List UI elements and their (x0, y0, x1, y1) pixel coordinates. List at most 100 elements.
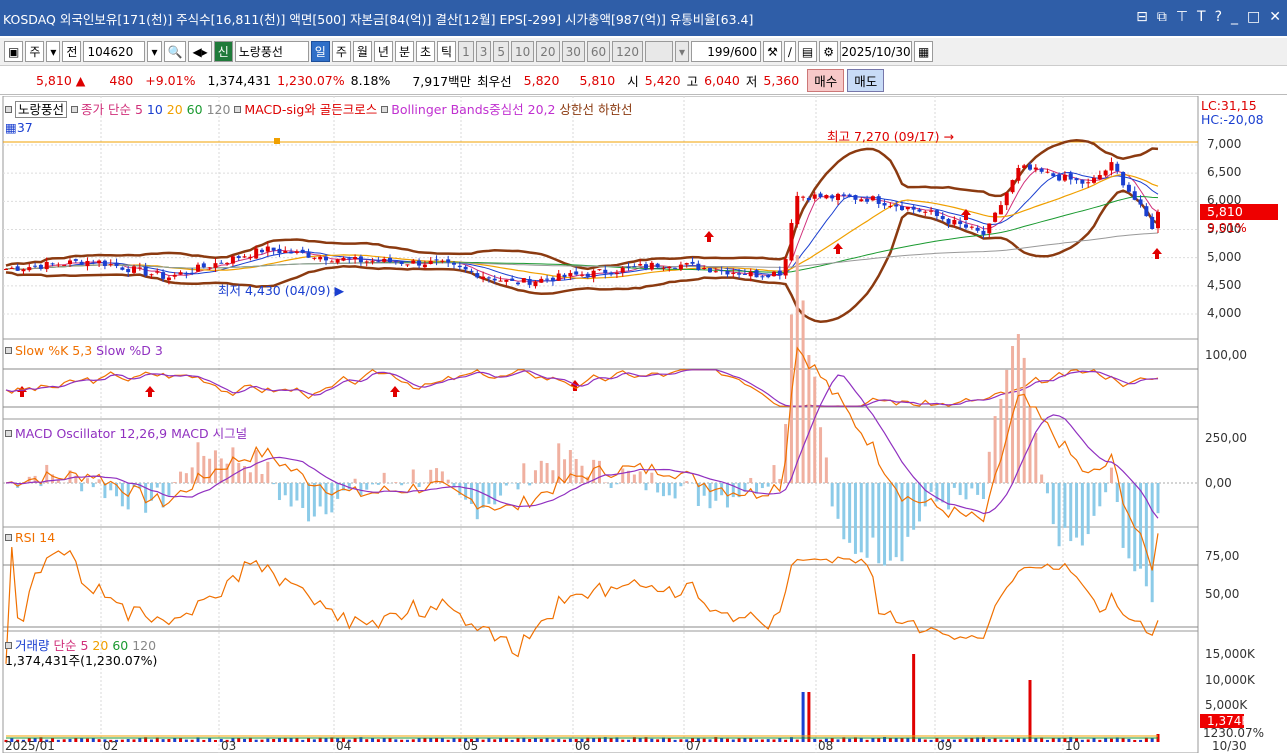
candle-body (999, 205, 1003, 214)
interval-10[interactable]: 10 (511, 41, 534, 62)
macd-bar (476, 483, 479, 519)
volume-bar (185, 740, 188, 742)
window-icon[interactable]: ⧉ (1157, 9, 1167, 25)
candle-body (993, 213, 997, 222)
candle-body (248, 257, 252, 258)
candle-body (254, 248, 258, 258)
macd-bar (371, 483, 374, 484)
candle-body (603, 270, 607, 274)
volume-bar (138, 738, 141, 742)
low-annotation: 최저 4,430 (04/09) ▶ (218, 280, 344, 299)
legend-stock[interactable]: 노랑풍선 (15, 101, 67, 118)
buy-button[interactable]: 매수 (807, 69, 844, 92)
low-label: 저 (740, 71, 764, 90)
volume-bar (133, 739, 136, 742)
code-dropdown-icon[interactable]: ▾ (147, 41, 161, 62)
volume-bar (412, 739, 415, 742)
x-tick-label: 09 (937, 739, 952, 753)
chart-tool-icon[interactable]: ⚒ (763, 41, 782, 62)
candle-body (760, 276, 764, 277)
interval-custom[interactable] (645, 41, 673, 62)
sound-icon[interactable]: ◀▸ (188, 41, 211, 62)
candle-body (341, 258, 345, 261)
save-icon[interactable]: ▤ (798, 41, 817, 62)
gear-icon[interactable]: ⚙ (819, 41, 838, 62)
volume-bar (726, 739, 729, 742)
candle-body (609, 273, 613, 275)
macd-bar (377, 483, 380, 485)
menu-icon[interactable]: ▣ (4, 41, 23, 62)
interval-60[interactable]: 60 (587, 41, 610, 62)
candle-body (21, 269, 25, 271)
candle-body (1092, 178, 1096, 183)
candle-body (661, 268, 665, 269)
minimize-icon[interactable]: _ (1231, 9, 1238, 25)
candle-body (39, 265, 43, 269)
macd-bar (639, 471, 642, 483)
stoch-y-label: 100,00 (1205, 348, 1247, 362)
period-minute[interactable]: 분 (395, 41, 414, 62)
chart-area[interactable]: 노랑풍선 종가 단순 5 10 20 60 120 MACD-sig와 골든크로… (0, 96, 1287, 753)
macd-bar (220, 458, 223, 483)
macd-bar (912, 483, 915, 530)
pin-icon[interactable]: ⊤ (1176, 9, 1188, 25)
prev-button[interactable]: 전 (62, 41, 81, 62)
candle-body (714, 271, 718, 272)
close-icon[interactable]: ✕ (1269, 9, 1281, 25)
help-icon[interactable]: ? (1215, 9, 1222, 25)
restore-icon[interactable]: □ (1247, 9, 1260, 25)
calendar-icon[interactable]: ▦ (914, 41, 933, 62)
volume-bar (901, 738, 904, 742)
period-year[interactable]: 년 (374, 41, 393, 62)
draw-icon[interactable]: ∕ (784, 41, 796, 62)
volume-bar (1023, 739, 1026, 742)
font-icon[interactable]: T (1197, 9, 1206, 25)
period-tick[interactable]: 틱 (437, 41, 456, 62)
date-input[interactable]: 2025/10/30 (840, 41, 912, 62)
period-week[interactable]: 주 (332, 41, 351, 62)
macd-bar (883, 483, 886, 566)
interval-3[interactable]: 3 (476, 41, 492, 62)
dropdown-icon[interactable]: ▾ (46, 41, 60, 62)
macd-bar (383, 473, 386, 483)
sell-button[interactable]: 매도 (847, 69, 884, 92)
interval-120[interactable]: 120 (612, 41, 643, 62)
search-icon[interactable]: 🔍 (164, 41, 187, 62)
macd-bar (546, 463, 549, 483)
code-input[interactable]: 104620 (83, 41, 145, 62)
interval-dropdown-icon[interactable]: ▾ (675, 41, 689, 62)
candle-body (743, 274, 747, 275)
volume-bar (778, 738, 781, 742)
candle-body (749, 272, 753, 277)
candle-body (1075, 178, 1079, 180)
interval-30[interactable]: 30 (562, 41, 585, 62)
legend-macd-cross: MACD-sig와 골든크로스 (244, 102, 377, 117)
rsi-y2: 50,00 (1205, 587, 1239, 601)
candle-body (167, 278, 171, 281)
period-month[interactable]: 월 (353, 41, 372, 62)
macd-bar (924, 483, 927, 506)
macd-bar (522, 463, 525, 483)
candle-body (435, 259, 439, 260)
period-second[interactable]: 초 (416, 41, 435, 62)
layout-icon[interactable]: ⊟ (1136, 9, 1148, 25)
hc-value: HC:-20,08 (1201, 113, 1264, 127)
mode-select[interactable]: 주 (25, 41, 44, 62)
volume-bar (1034, 738, 1037, 742)
x-tick-label: 02 (103, 739, 118, 753)
stock-name-field[interactable]: 노랑풍선 (235, 41, 309, 62)
count-input[interactable]: 199/600 (691, 41, 761, 62)
candle-body (696, 264, 700, 270)
macd-bar (179, 472, 182, 483)
interval-1[interactable]: 1 (458, 41, 474, 62)
price-change: 480 (91, 73, 139, 88)
candle-body (568, 273, 572, 276)
candle-body (702, 268, 706, 269)
legend-ma60: 60 (187, 102, 203, 117)
candle-body (784, 259, 788, 275)
candle-body (115, 263, 119, 266)
interval-20[interactable]: 20 (536, 41, 559, 62)
candle-body (720, 270, 724, 271)
interval-5[interactable]: 5 (493, 41, 509, 62)
period-day[interactable]: 일 (311, 41, 330, 62)
